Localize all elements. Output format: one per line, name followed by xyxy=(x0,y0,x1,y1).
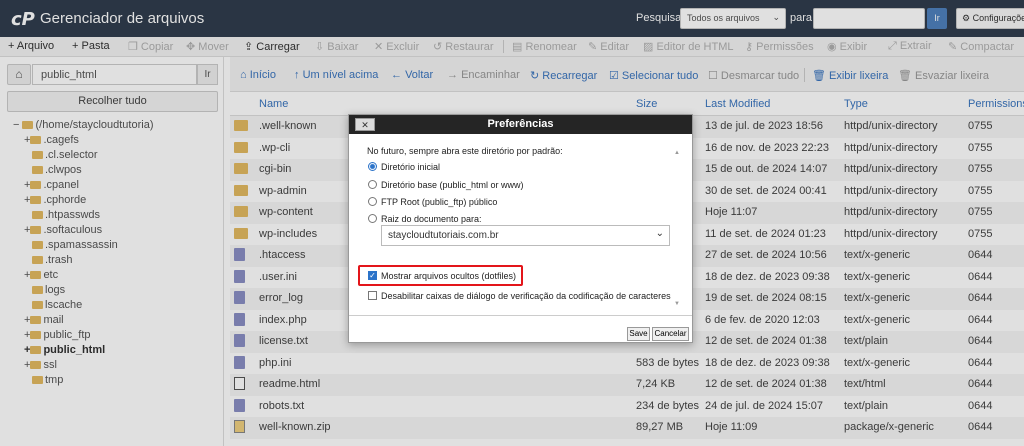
dialog-body: ▲ No futuro, sempre abra este diretório … xyxy=(349,134,692,316)
radio-ftp-root[interactable] xyxy=(368,197,377,206)
radio-base-dir-label: Diretório base (public_html or www) xyxy=(381,180,524,190)
scroll-up-icon[interactable]: ▲ xyxy=(674,150,680,156)
domain-value: staycloudtutoriais.com.br xyxy=(388,230,499,241)
disable-encoding-checkbox[interactable] xyxy=(368,291,377,300)
dialog-intro: No futuro, sempre abra este diretório po… xyxy=(367,146,563,156)
radio-doc-root[interactable] xyxy=(368,214,377,223)
disable-encoding-label: Desabilitar caixas de diálogo de verific… xyxy=(381,291,671,301)
show-hidden-label: Mostrar arquivos ocultos (dotfiles) xyxy=(381,271,517,281)
save-button[interactable]: Save xyxy=(627,327,650,341)
preferences-dialog: Preferências ✕ ▲ No futuro, sempre abra … xyxy=(348,114,693,343)
cancel-button[interactable]: Cancelar xyxy=(652,327,689,341)
domain-select[interactable]: staycloudtutoriais.com.br ⌄ xyxy=(381,225,670,246)
scroll-down-icon[interactable]: ▼ xyxy=(674,301,680,307)
chevron-down-icon: ⌄ xyxy=(655,228,664,239)
radio-base-dir[interactable] xyxy=(368,180,377,189)
radio-doc-root-label: Raiz do documento para: xyxy=(381,214,482,224)
close-icon[interactable]: ✕ xyxy=(355,118,375,131)
dialog-title: Preferências xyxy=(349,115,692,134)
radio-home-dir-label: Diretório inicial xyxy=(381,162,441,172)
show-hidden-checkbox[interactable]: ✓ xyxy=(368,271,377,280)
radio-ftp-root-label: FTP Root (public_ftp) público xyxy=(381,197,498,207)
radio-home-dir[interactable] xyxy=(368,162,377,171)
